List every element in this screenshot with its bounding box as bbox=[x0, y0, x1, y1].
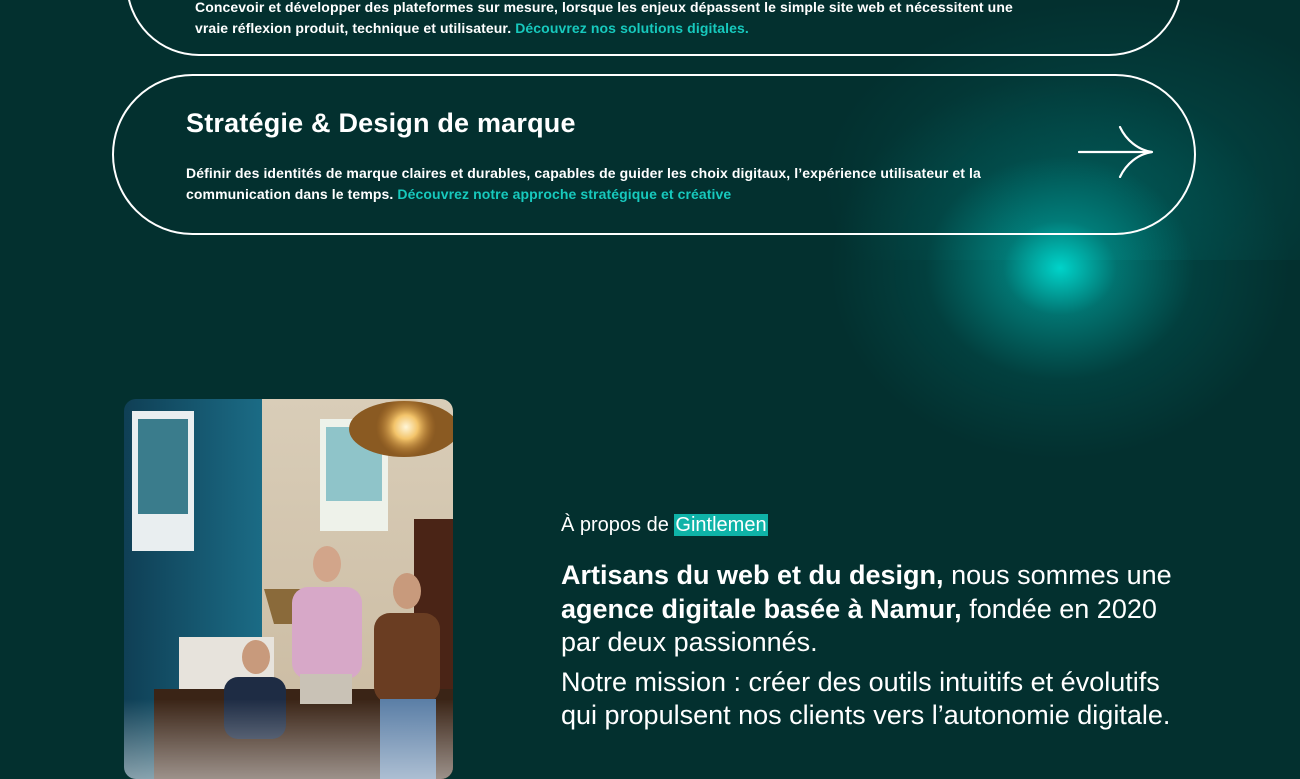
description-line-1: Définir des identités de marque claires … bbox=[186, 165, 981, 181]
team-photo bbox=[124, 399, 453, 779]
description-line-2: communication dans le temps. bbox=[186, 186, 394, 202]
service-card-title: Stratégie & Design de marque bbox=[186, 108, 576, 138]
about-intro-text-1: nous sommes une bbox=[943, 560, 1172, 590]
about-eyebrow: À propos de Gintlemen bbox=[561, 514, 1201, 537]
description-line-1: Concevoir et développer des plateformes … bbox=[195, 0, 1013, 15]
service-card-description: Concevoir et développer des plateformes … bbox=[195, 0, 1055, 39]
arrow-right-icon[interactable] bbox=[1078, 126, 1154, 178]
service-card-link[interactable]: Découvrez notre approche stratégique et … bbox=[397, 186, 731, 202]
description-line-2: vraie réflexion produit, technique et ut… bbox=[195, 20, 512, 36]
about-intro-bold-2: agence digitale basée à Namur, bbox=[561, 593, 962, 624]
brand-highlight: Gintlemen bbox=[674, 514, 768, 536]
about-intro-bold-1: Artisans du web et du design, bbox=[561, 560, 944, 590]
about-mission-paragraph: Notre mission : créer des outils intuiti… bbox=[561, 666, 1171, 731]
service-card-description: Définir des identités de marque claires … bbox=[186, 163, 1046, 205]
about-section: À propos de Gintlemen Artisans du web et… bbox=[561, 514, 1201, 739]
service-card-link[interactable]: Découvrez nos solutions digitales. bbox=[515, 20, 749, 36]
about-intro-paragraph: Artisans du web et du design, nous somme… bbox=[561, 559, 1201, 660]
service-card-branding[interactable]: Stratégie & Design de marque Définir des… bbox=[112, 74, 1196, 235]
about-eyebrow-prefix: À propos de bbox=[561, 514, 669, 536]
service-card-digital-solutions[interactable]: Concevoir et développer des plateformes … bbox=[126, 0, 1182, 56]
